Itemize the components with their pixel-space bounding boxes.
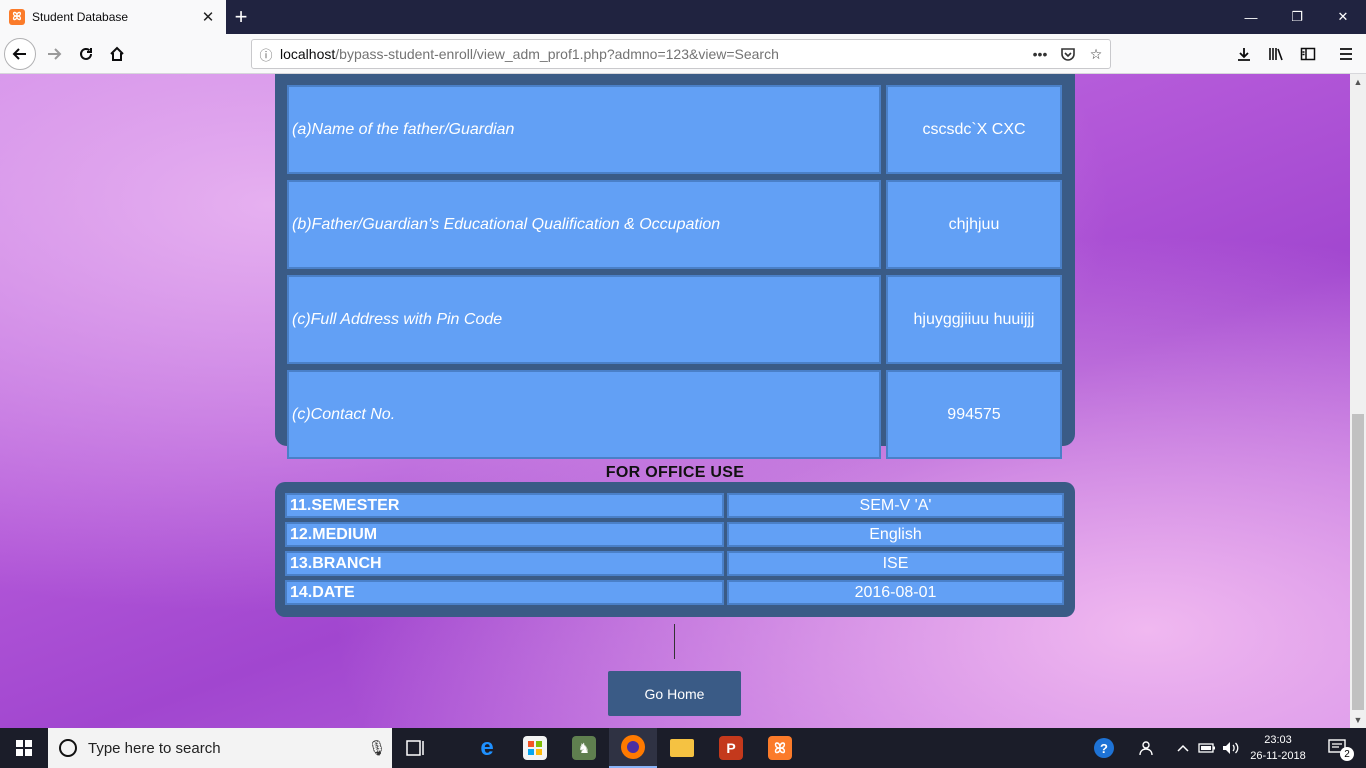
guardian-name-label: (a)Name of the father/Guardian	[287, 85, 881, 174]
edge-taskbar-button[interactable]: e	[463, 728, 511, 768]
branch-label: 13.BRANCH	[285, 551, 724, 576]
new-tab-button[interactable]: +	[228, 4, 254, 30]
taskbar-search-placeholder: Type here to search	[88, 739, 221, 757]
text-cursor	[674, 624, 675, 659]
firefox-icon	[621, 735, 645, 759]
sidebar-icon[interactable]	[1292, 38, 1324, 70]
url-bar[interactable]: ⓘ localhost/bypass-student-enroll/view_a…	[251, 39, 1111, 69]
restore-button[interactable]: ❐	[1274, 0, 1320, 34]
date-label: 14.DATE	[285, 580, 724, 605]
powerpoint-taskbar-button[interactable]: P	[707, 728, 755, 768]
file-explorer-taskbar-button[interactable]	[658, 728, 706, 768]
semester-value: SEM-V 'A'	[727, 493, 1064, 518]
store-taskbar-button[interactable]	[511, 728, 559, 768]
microphone-icon[interactable]: 🎙	[362, 739, 392, 757]
browser-tab[interactable]: ꕤ Student Database ✕	[0, 0, 226, 34]
contact-label: (c)Contact No.	[287, 370, 881, 459]
minimize-button[interactable]: —	[1228, 0, 1274, 34]
scroll-down-icon[interactable]: ▼	[1350, 712, 1366, 728]
page-viewport: (a)Name of the father/Guardian cscsdc`X …	[0, 74, 1350, 728]
guardian-occupation-label: (b)Father/Guardian's Educational Qualifi…	[287, 180, 881, 269]
semester-label: 11.SEMESTER	[285, 493, 724, 518]
hamburger-icon[interactable]	[1330, 38, 1362, 70]
notification-icon: 2	[1328, 739, 1354, 761]
volume-icon[interactable]	[1220, 728, 1242, 768]
tab-bar: ꕤ Student Database ✕ + — ❐ ✕	[0, 0, 1366, 34]
help-tray-icon[interactable]: ?	[1088, 728, 1120, 768]
star-icon[interactable]: ☆	[1082, 46, 1110, 63]
scroll-up-icon[interactable]: ▲	[1350, 74, 1366, 90]
tab-title: Student Database	[32, 10, 129, 24]
windows-taskbar: Type here to search 🎙 e ♞ P ꕤ ? 23:03 26…	[0, 728, 1366, 768]
task-view-icon	[406, 740, 424, 756]
clock-date: 26-11-2018	[1250, 750, 1306, 762]
notification-count: 2	[1340, 747, 1354, 761]
url-text[interactable]: localhost/bypass-student-enroll/view_adm…	[280, 46, 1026, 62]
info-icon[interactable]: ⓘ	[252, 45, 280, 64]
guardian-name-value: cscsdc`X CXC	[886, 85, 1062, 174]
home-icon	[110, 46, 124, 61]
arrow-right-icon	[48, 48, 62, 60]
more-icon[interactable]: •••	[1026, 46, 1054, 62]
url-host: localhost	[280, 46, 336, 62]
battery-icon[interactable]	[1196, 728, 1218, 768]
forward-button[interactable]	[38, 38, 70, 70]
navigation-toolbar: ⓘ localhost/bypass-student-enroll/view_a…	[0, 34, 1366, 74]
go-home-button[interactable]: Go Home	[608, 671, 741, 716]
cortana-icon	[59, 739, 77, 757]
task-view-button[interactable]	[392, 728, 440, 768]
date-value: 2016-08-01	[727, 580, 1064, 605]
reload-button[interactable]	[70, 38, 102, 70]
clock-time: 23:03	[1264, 734, 1292, 746]
powerpoint-icon: P	[719, 736, 743, 760]
xampp-favicon-icon: ꕤ	[9, 9, 25, 25]
address-value: hjuyggjiiuu huuijjj	[886, 275, 1062, 364]
medium-label: 12.MEDIUM	[285, 522, 724, 547]
guardian-details-panel: (a)Name of the father/Guardian cscsdc`X …	[275, 74, 1075, 459]
office-use-heading: FOR OFFICE USE	[605, 464, 745, 481]
xampp-taskbar-button[interactable]: ꕤ	[756, 728, 804, 768]
pocket-icon[interactable]	[1054, 46, 1082, 62]
system-clock[interactable]: 23:03 26-11-2018	[1244, 728, 1312, 768]
url-path: /bypass-student-enroll/view_adm_prof1.ph…	[335, 46, 779, 62]
window-close-button[interactable]: ✕	[1320, 0, 1366, 34]
edge-icon: e	[480, 734, 494, 761]
store-icon	[523, 736, 547, 760]
reload-icon	[80, 47, 92, 60]
action-center-button[interactable]: 2	[1318, 728, 1358, 768]
chevron-up-icon[interactable]	[1172, 728, 1194, 768]
close-tab-icon[interactable]: ✕	[196, 5, 220, 29]
people-icon[interactable]	[1134, 728, 1162, 768]
back-button[interactable]	[4, 38, 36, 70]
guardian-occupation-value: chjhjuu	[886, 180, 1062, 269]
evernote-taskbar-button[interactable]: ♞	[560, 728, 608, 768]
windows-logo-icon	[16, 740, 32, 756]
start-button[interactable]	[0, 728, 48, 768]
download-icon[interactable]	[1228, 38, 1260, 70]
evernote-icon: ♞	[572, 736, 596, 760]
scrollbar-thumb[interactable]	[1352, 414, 1364, 710]
library-icon[interactable]	[1260, 38, 1292, 70]
contact-value: 994575	[886, 370, 1062, 459]
arrow-left-icon	[12, 48, 26, 60]
folder-icon	[670, 739, 694, 757]
firefox-taskbar-button[interactable]	[609, 728, 657, 768]
medium-value: English	[727, 522, 1064, 547]
branch-value: ISE	[727, 551, 1064, 576]
office-use-panel: 11.SEMESTER SEM-V 'A' 12.MEDIUM English …	[275, 482, 1075, 617]
address-label: (c)Full Address with Pin Code	[287, 275, 881, 364]
home-button[interactable]	[101, 38, 133, 70]
xampp-icon: ꕤ	[768, 736, 792, 760]
vertical-scrollbar[interactable]: ▲ ▼	[1350, 74, 1366, 728]
taskbar-search-box[interactable]: Type here to search 🎙	[48, 728, 392, 768]
